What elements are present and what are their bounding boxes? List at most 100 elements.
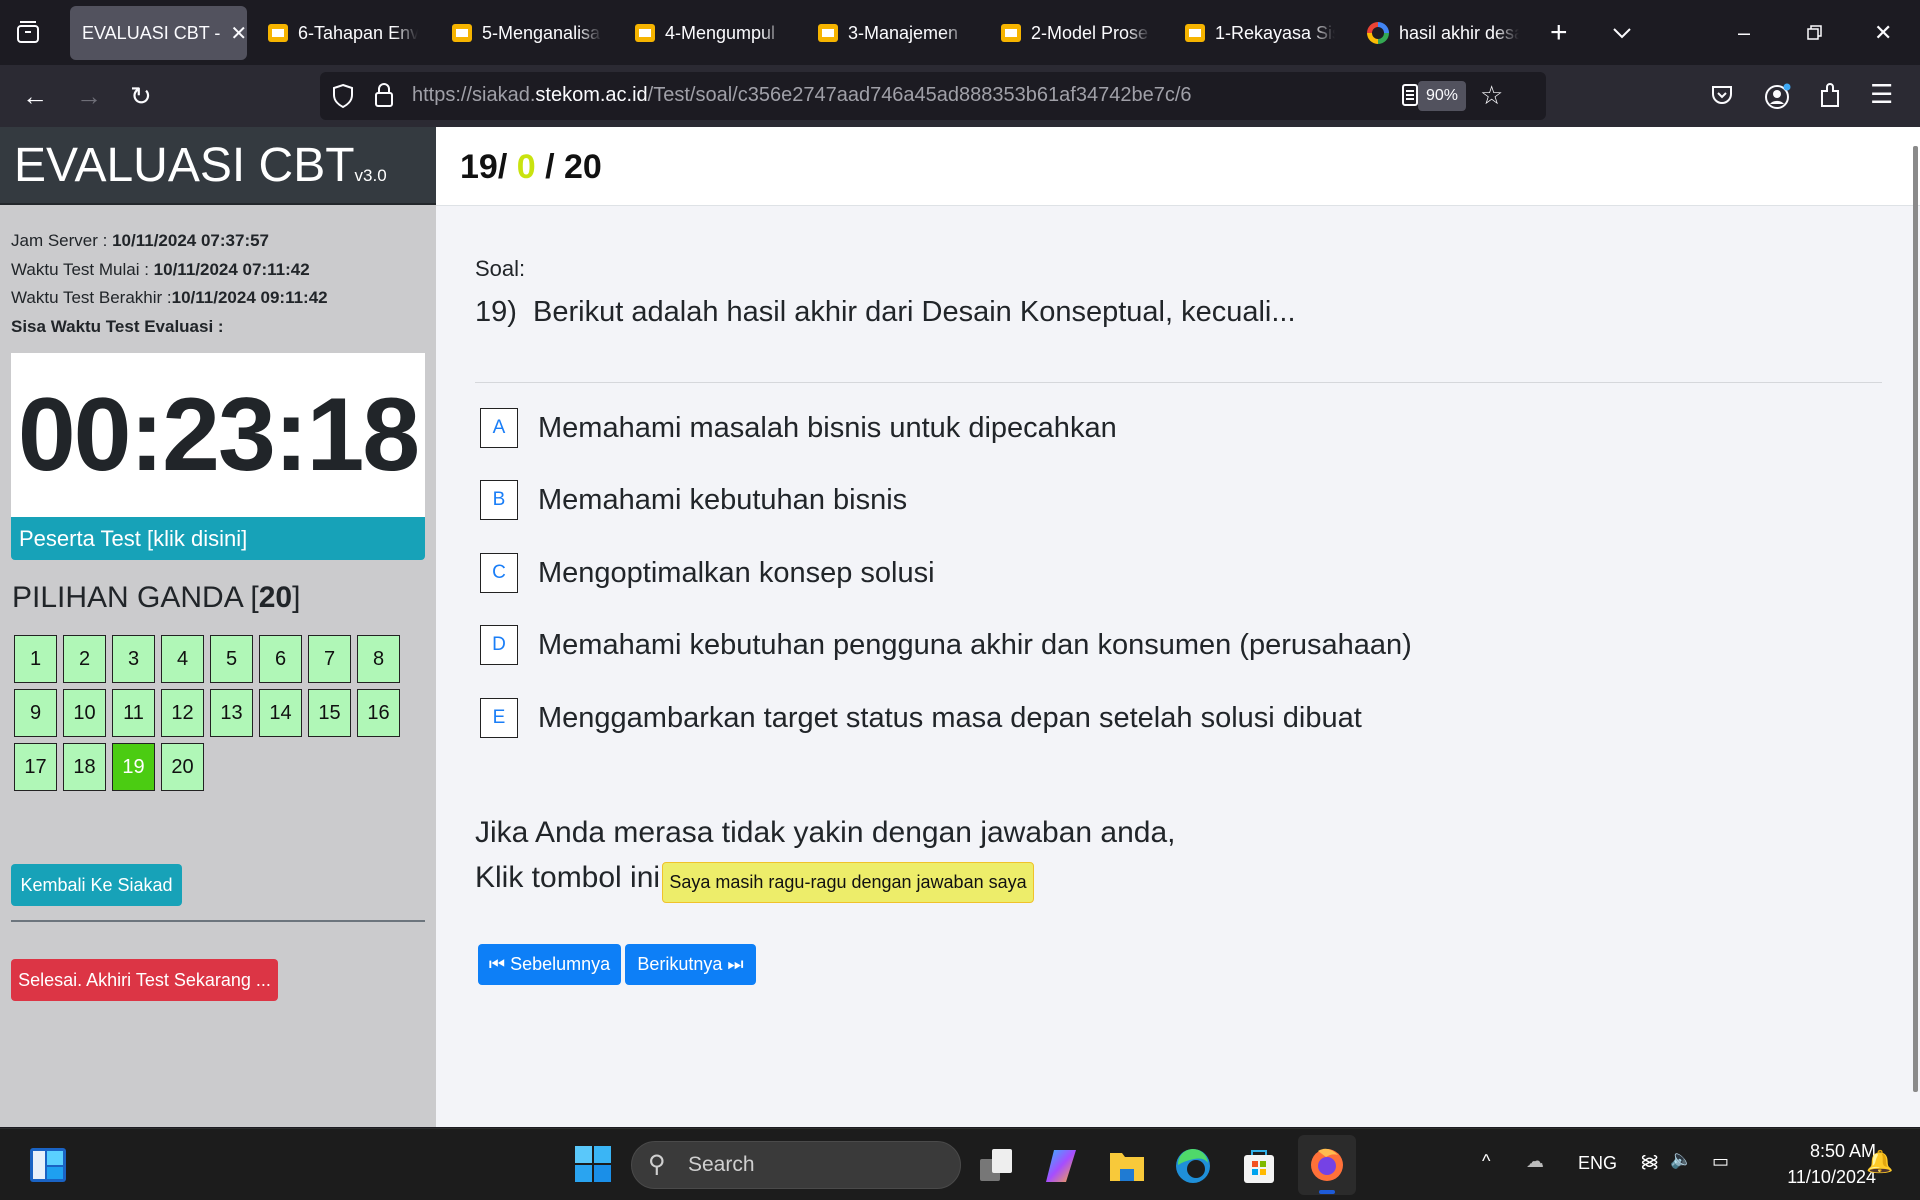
hamburger-menu-icon[interactable]: ☰ — [1870, 79, 1893, 109]
next-button[interactable]: Berikutnya ⏭ — [625, 944, 756, 985]
back-arrow-icon[interactable]: ← — [22, 81, 48, 111]
question-nav-15[interactable]: 15 — [308, 689, 351, 737]
reload-icon[interactable]: ↻ — [130, 81, 152, 111]
question-nav-2[interactable]: 2 — [63, 635, 106, 683]
tab-google-search[interactable]: hasil akhir desa — [1367, 6, 1519, 60]
question-nav-14[interactable]: 14 — [259, 689, 302, 737]
bookmark-star-icon[interactable]: ☆ — [1480, 80, 1503, 111]
question-nav-12[interactable]: 12 — [161, 689, 204, 737]
clock-time[interactable]: 8:50 AM — [1786, 1141, 1876, 1162]
option-c[interactable]: C Mengoptimalkan konsep solusi — [480, 553, 935, 593]
server-time-row: Jam Server : 10/11/2024 07:37:57 — [11, 231, 270, 250]
active-indicator — [1319, 1190, 1335, 1194]
option-letter[interactable]: E — [480, 698, 518, 738]
question-nav-19[interactable]: 19 — [112, 743, 155, 791]
question-nav-6[interactable]: 6 — [259, 635, 302, 683]
onedrive-offline-icon[interactable]: ☁ — [1526, 1151, 1544, 1172]
tab-6-tahapan[interactable]: 6-Tahapan Env — [268, 6, 418, 60]
close-tab-icon[interactable]: ✕ — [230, 21, 247, 46]
option-text: Memahami masalah bisnis untuk dipecahkan — [538, 411, 1117, 444]
skip-forward-icon: ⏭ — [727, 954, 744, 974]
microsoft-store-icon[interactable] — [1240, 1147, 1278, 1185]
question-nav-4[interactable]: 4 — [161, 635, 204, 683]
question-nav-8[interactable]: 8 — [357, 635, 400, 683]
tab-1-rekayasa[interactable]: 1-Rekayasa Sis — [1185, 6, 1335, 60]
file-explorer-icon[interactable] — [1108, 1147, 1146, 1185]
question-nav-10[interactable]: 10 — [63, 689, 106, 737]
list-all-tabs-icon[interactable] — [14, 18, 46, 48]
tab-5-menganalisa[interactable]: 5-Menganalisa — [452, 6, 602, 60]
tab-4-mengumpul[interactable]: 4-Mengumpul — [635, 6, 785, 60]
close-window-button[interactable]: ✕ — [1874, 6, 1892, 60]
task-view-icon[interactable] — [978, 1147, 1016, 1185]
taskbar-search[interactable]: ⚲ Search — [631, 1141, 961, 1189]
restore-button[interactable] — [1806, 6, 1822, 60]
question-nav-11[interactable]: 11 — [112, 689, 155, 737]
tab-2-model-proses[interactable]: 2-Model Prose — [1001, 6, 1151, 60]
notification-bell-icon[interactable]: 🔔 — [1866, 1149, 1893, 1175]
battery-icon[interactable]: ▭ — [1712, 1151, 1729, 1172]
volume-icon[interactable]: 🔈 — [1670, 1149, 1692, 1170]
slides-icon — [268, 24, 288, 42]
zoom-level-badge[interactable]: 90% — [1418, 81, 1466, 111]
url-text[interactable]: https://siakad.stekom.ac.id/Test/soal/c3… — [412, 84, 1192, 107]
minimize-button[interactable]: – — [1738, 6, 1750, 60]
doubt-instruction: Jika Anda merasa tidak yakin dengan jawa… — [475, 816, 1176, 849]
question-nav-17[interactable]: 17 — [14, 743, 57, 791]
extensions-puzzle-icon[interactable] — [1818, 81, 1842, 115]
forward-arrow-icon[interactable]: → — [76, 81, 102, 111]
option-e[interactable]: E Menggambarkan target status masa depan … — [480, 698, 1362, 738]
option-letter[interactable]: C — [480, 553, 518, 593]
reader-view-icon[interactable] — [1402, 84, 1418, 111]
option-letter[interactable]: A — [480, 408, 518, 448]
copilot-icon[interactable] — [1042, 1147, 1080, 1185]
question-nav-5[interactable]: 5 — [210, 635, 253, 683]
question-nav-1[interactable]: 1 — [14, 635, 57, 683]
shield-icon[interactable] — [332, 83, 354, 114]
question-nav-3[interactable]: 3 — [112, 635, 155, 683]
option-b[interactable]: B Memahami kebutuhan bisnis — [480, 480, 907, 520]
server-time: 10/11/2024 07:37:57 — [112, 231, 270, 250]
firefox-taskbar-icon[interactable] — [1298, 1135, 1356, 1195]
countdown-timer: 00:23:18 — [11, 353, 425, 517]
version-label: v3.0 — [354, 166, 387, 185]
new-tab-button[interactable]: + — [1550, 6, 1568, 60]
finish-test-button[interactable]: Selesai. Akhiri Test Sekarang ... — [11, 959, 278, 1001]
url-bar[interactable]: https://siakad.stekom.ac.id/Test/soal/c3… — [320, 72, 1546, 120]
slides-icon — [818, 24, 838, 42]
tab-3-manajemen[interactable]: 3-Manajemen — [818, 6, 968, 60]
question-nav-16[interactable]: 16 — [357, 689, 400, 737]
language-indicator[interactable]: ENG — [1578, 1153, 1617, 1174]
page-scrollbar[interactable] — [1913, 146, 1918, 1092]
test-info: Jam Server : 10/11/2024 07:37:57 Waktu T… — [0, 205, 436, 341]
tab-evaluasi-cbt[interactable]: EVALUASI CBT - ✕ — [70, 6, 247, 60]
tab-overflow-chevron-icon[interactable] — [1612, 6, 1632, 60]
wifi-icon[interactable]: ᯼ — [1640, 1149, 1659, 1173]
question-nav-13[interactable]: 13 — [210, 689, 253, 737]
account-icon[interactable] — [1764, 82, 1792, 116]
browser-nav-bar: ← → ↻ https://siakad.stekom.ac.id/Test/s… — [0, 65, 1920, 127]
search-icon: ⚲ — [648, 1151, 666, 1178]
option-letter[interactable]: D — [480, 625, 518, 665]
previous-button[interactable]: ⏮ Sebelumnya — [478, 944, 621, 985]
pocket-icon[interactable] — [1710, 83, 1734, 113]
widgets-icon[interactable] — [30, 1148, 68, 1186]
edge-icon[interactable] — [1174, 1147, 1212, 1185]
clock-date[interactable]: 11/10/2024 — [1760, 1167, 1876, 1188]
google-icon — [1367, 22, 1389, 44]
mark-doubtful-button[interactable]: Saya masih ragu-ragu dengan jawaban saya — [662, 862, 1034, 903]
peserta-test-link[interactable]: Peserta Test [klik disini] — [11, 517, 425, 560]
section-title: PILIHAN GANDA [20] — [12, 581, 301, 614]
option-a[interactable]: A Memahami masalah bisnis untuk dipecahka… — [480, 408, 1117, 448]
question-nav-20[interactable]: 20 — [161, 743, 204, 791]
back-to-siakad-button[interactable]: Kembali Ke Siakad — [11, 864, 182, 906]
question-nav-7[interactable]: 7 — [308, 635, 351, 683]
option-d[interactable]: D Memahami kebutuhan pengguna akhir dan k… — [480, 625, 1412, 665]
option-letter[interactable]: B — [480, 480, 518, 520]
question-nav-9[interactable]: 9 — [14, 689, 57, 737]
question-nav-18[interactable]: 18 — [63, 743, 106, 791]
show-hidden-icons-chevron[interactable]: ^ — [1482, 1151, 1490, 1172]
start-windows-icon[interactable] — [574, 1145, 612, 1183]
lock-icon[interactable] — [374, 82, 394, 113]
option-text: Mengoptimalkan konsep solusi — [538, 556, 935, 589]
